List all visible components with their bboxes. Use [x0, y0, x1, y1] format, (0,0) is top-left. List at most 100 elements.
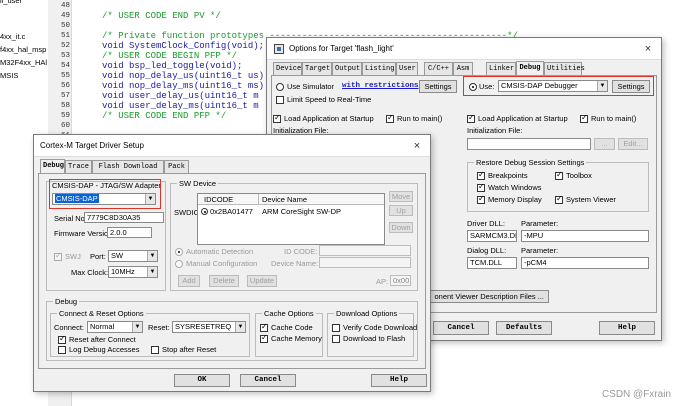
use-debugger-radio[interactable] — [469, 83, 477, 91]
row-device-name: ARM CoreSight SW-DP — [262, 207, 342, 216]
connect-select-value: Normal — [90, 322, 115, 331]
simulator-settings-button[interactable]: Settings — [419, 80, 457, 93]
driver-param-input[interactable]: -MPU — [521, 230, 649, 242]
run-to-main-checkbox[interactable] — [580, 113, 588, 123]
with-restrictions-link[interactable]: with restrictions — [342, 82, 419, 90]
cache-code-checkbox[interactable] — [260, 322, 268, 332]
move-button[interactable]: Move — [389, 191, 413, 202]
sim-load-app-label: Load Application at Startup — [284, 114, 374, 123]
up-button[interactable]: Up — [389, 205, 413, 216]
memory-display-checkbox[interactable] — [477, 194, 485, 204]
down-button[interactable]: Down — [389, 222, 413, 233]
limit-speed-checkbox[interactable] — [276, 96, 284, 104]
line-number: 56 — [60, 82, 70, 90]
tab-listing[interactable]: Listing — [362, 62, 396, 75]
tab-output[interactable]: Output — [332, 62, 362, 75]
update-button[interactable]: Update — [247, 275, 277, 287]
tab-asm[interactable]: Asm — [453, 62, 473, 75]
automatic-detection-radio[interactable] — [175, 248, 183, 256]
log-debug-checkbox[interactable] — [58, 346, 66, 354]
download-flash-checkbox[interactable] — [332, 335, 340, 343]
max-clock-select[interactable]: 10MHz ▼ — [108, 266, 158, 278]
limit-speed-label: Limit Speed to Real-Time — [287, 95, 372, 104]
debugger-select[interactable]: CMSIS-DAP Debugger ▼ — [498, 80, 608, 92]
id-code-input[interactable] — [319, 245, 411, 256]
tab-target[interactable]: Target — [302, 62, 332, 75]
swj-label: SWJ — [65, 252, 81, 261]
component-viewer-button[interactable]: onent Viewer Description Files ... — [419, 290, 549, 303]
line-number: 54 — [60, 62, 70, 70]
sim-load-app-checkbox[interactable] — [273, 113, 281, 123]
max-clock-select-value: 10MHz — [111, 267, 135, 276]
tab-debug[interactable]: Debug — [40, 159, 65, 173]
system-viewer-checkbox[interactable] — [555, 194, 563, 204]
restore-session-title: Restore Debug Session Settings — [474, 158, 587, 167]
close-icon[interactable]: × — [641, 42, 655, 56]
port-select[interactable]: SW ▼ — [108, 250, 158, 262]
add-button[interactable]: Add — [178, 275, 200, 287]
manual-configuration-radio[interactable] — [175, 260, 183, 268]
options-help-button[interactable]: Help — [599, 321, 655, 335]
cortex-help-button[interactable]: Help — [371, 374, 427, 387]
adapter-select[interactable]: CMSIS-DAP ▼ — [52, 193, 156, 205]
driver-param-label: Parameter: — [521, 219, 559, 228]
code-line: void SystemClock_Config(void); — [102, 41, 265, 51]
debugger-settings-button[interactable]: Settings — [612, 80, 650, 93]
tab-debug[interactable]: Debug — [516, 61, 544, 75]
tab-cpp[interactable]: C/C++ — [424, 62, 453, 75]
dialog-param-input[interactable]: -pCM4 — [521, 257, 649, 269]
options-defaults-button[interactable]: Defaults — [496, 321, 552, 335]
tab-trace[interactable]: Trace — [65, 160, 92, 173]
reset-after-connect-checkbox[interactable] — [58, 334, 66, 344]
cortex-dialog-title: Cortex-M Target Driver Setup — [40, 141, 144, 150]
file-item[interactable]: M32F4xx_HAl — [0, 58, 47, 67]
ap-input[interactable]: 0x00 — [390, 275, 411, 286]
ap-label: AP: — [376, 277, 389, 286]
use-simulator-label: Use Simulator — [287, 82, 335, 91]
cortex-ok-button[interactable]: OK — [174, 374, 230, 387]
cortex-dialog-titlebar: Cortex-M Target Driver Setup × — [34, 135, 430, 157]
cortex-cancel-button[interactable]: Cancel — [240, 374, 296, 387]
toolbox-checkbox[interactable] — [555, 170, 563, 180]
file-item[interactable]: MSIS — [0, 71, 18, 80]
tab-device[interactable]: Device — [273, 62, 302, 75]
use-simulator-radio[interactable] — [276, 83, 284, 91]
tab-pack[interactable]: Pack — [164, 160, 189, 173]
driver-dll-input[interactable]: SARMCM3.DLL — [467, 230, 517, 242]
code-line: /* USER CODE END PV */ — [102, 11, 221, 21]
cortex-m-target-driver-setup-dialog: Cortex-M Target Driver Setup × Debug Tra… — [33, 134, 431, 392]
close-icon[interactable]: × — [410, 139, 424, 153]
tab-user[interactable]: User — [396, 62, 418, 75]
delete-button[interactable]: Delete — [209, 275, 239, 287]
reset-select[interactable]: SYSRESETREQ ▼ — [172, 321, 246, 333]
tab-linker[interactable]: Linker — [486, 62, 516, 75]
dialog-dll-input[interactable]: TCM.DLL — [467, 257, 517, 269]
swj-checkbox[interactable] — [54, 251, 62, 261]
cache-memory-checkbox[interactable] — [260, 333, 268, 343]
tab-utilities[interactable]: Utilities — [544, 62, 585, 75]
file-item[interactable]: 4xx_it.c — [0, 32, 25, 41]
chevron-down-icon: ▼ — [145, 194, 155, 204]
sim-run-to-main-checkbox[interactable] — [386, 113, 394, 123]
tab-flash-download[interactable]: Flash Download — [92, 160, 164, 173]
init-file-input[interactable] — [467, 138, 591, 150]
watch-windows-checkbox[interactable] — [477, 182, 485, 192]
breakpoints-checkbox[interactable] — [477, 170, 485, 180]
firmware-label: Firmware Version: — [54, 229, 115, 238]
file-item[interactable]: f4xx_hal_msp — [0, 45, 46, 54]
toolbox-label: Toolbox — [566, 171, 592, 180]
file-item[interactable]: ll_user — [0, 0, 22, 5]
stop-after-reset-checkbox[interactable] — [151, 346, 159, 354]
connect-select[interactable]: Normal ▼ — [87, 321, 143, 333]
options-cancel-button[interactable]: Cancel — [433, 321, 489, 335]
init-file-browse-button[interactable]: ... — [594, 138, 615, 150]
device-name-input[interactable] — [319, 257, 411, 268]
verify-code-checkbox[interactable] — [332, 324, 340, 332]
cortex-tab-strip: Debug Trace Flash Download Pack — [40, 159, 240, 173]
init-file-edit-button[interactable]: Edit... — [618, 138, 648, 150]
sw-device-row-radio[interactable] — [201, 208, 208, 215]
load-app-checkbox[interactable] — [467, 113, 475, 123]
dialog-dll-label: Dialog DLL: — [467, 246, 507, 255]
chevron-down-icon: ▼ — [147, 267, 157, 277]
code-line: void bsp_led_toggle(void); — [102, 61, 243, 71]
